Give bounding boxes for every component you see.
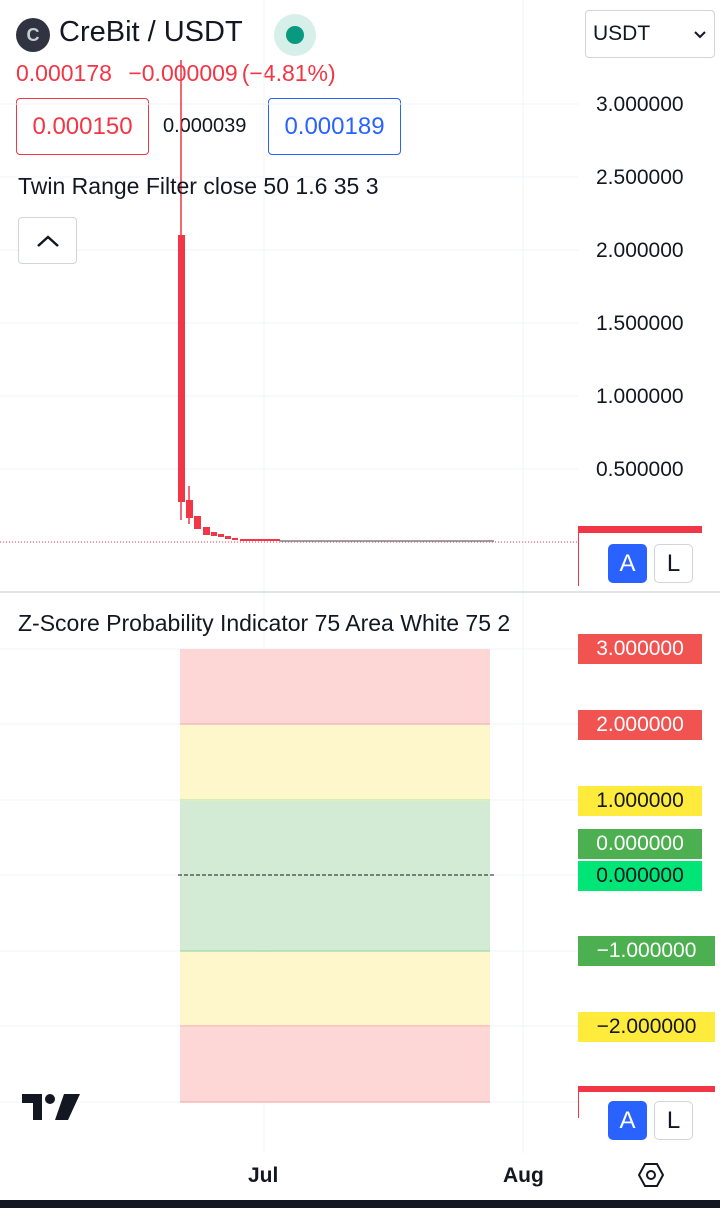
bottom-edge bbox=[0, 1200, 720, 1208]
zscore-badge: 3.000000 bbox=[578, 634, 702, 664]
auto-scale-button[interactable]: A bbox=[608, 544, 647, 583]
price-chart[interactable] bbox=[0, 0, 720, 592]
candle-body bbox=[194, 516, 201, 529]
candle-body bbox=[186, 500, 193, 518]
candle-body bbox=[218, 534, 224, 537]
price-scale-label: 3.000000 bbox=[596, 93, 684, 116]
zscore-badge: 1.000000 bbox=[578, 786, 702, 816]
candles bbox=[178, 60, 494, 542]
price-scale-label: 1.000000 bbox=[596, 385, 684, 408]
zone-low bbox=[180, 952, 490, 1026]
price-scale-label: 1.500000 bbox=[596, 312, 684, 335]
price-scale-label: 2.500000 bbox=[596, 166, 684, 189]
chevron-up-icon bbox=[36, 234, 59, 247]
zscore-badge: −2.000000 bbox=[578, 1012, 715, 1042]
zscore-badge: −1.000000 bbox=[578, 936, 715, 966]
zone-high bbox=[180, 725, 490, 800]
zscore-marker bbox=[578, 1086, 715, 1092]
indicator-label-zscore[interactable]: Z-Score Probability Indicator 75 Area Wh… bbox=[18, 610, 510, 637]
zscore-badge: 2.000000 bbox=[578, 710, 702, 740]
log-scale-button[interactable]: L bbox=[654, 1101, 693, 1140]
candle-body bbox=[232, 538, 238, 540]
last-price-marker bbox=[578, 526, 702, 533]
time-axis-label: Jul bbox=[248, 1164, 279, 1187]
price-scale-label: 0.500000 bbox=[596, 458, 684, 481]
zscore-badge: 0.000000 bbox=[578, 861, 702, 891]
tradingview-logo-icon[interactable] bbox=[22, 1092, 82, 1122]
price-grid bbox=[0, 0, 578, 592]
settings-hexagon-icon bbox=[637, 1163, 665, 1187]
auto-scale-button[interactable]: A bbox=[608, 1101, 647, 1140]
chart-settings-button[interactable] bbox=[636, 1160, 666, 1190]
zone-extreme-low bbox=[180, 1027, 490, 1102]
candle-body bbox=[240, 539, 280, 541]
time-axis-label: Aug bbox=[503, 1164, 544, 1187]
log-scale-button[interactable]: L bbox=[654, 544, 693, 583]
candle-body bbox=[203, 527, 210, 535]
candle-body bbox=[211, 532, 217, 536]
candle-body bbox=[178, 235, 185, 502]
collapse-legend-button[interactable] bbox=[18, 217, 77, 264]
price-scale-label: 2.000000 bbox=[596, 239, 684, 262]
zone-extreme-high bbox=[180, 649, 490, 724]
zone-normal bbox=[180, 801, 490, 951]
zscore-badge: 0.000000 bbox=[578, 829, 702, 859]
indicator-label-twin-range[interactable]: Twin Range Filter close 50 1.6 35 3 bbox=[18, 173, 379, 200]
candle-body bbox=[225, 536, 231, 539]
